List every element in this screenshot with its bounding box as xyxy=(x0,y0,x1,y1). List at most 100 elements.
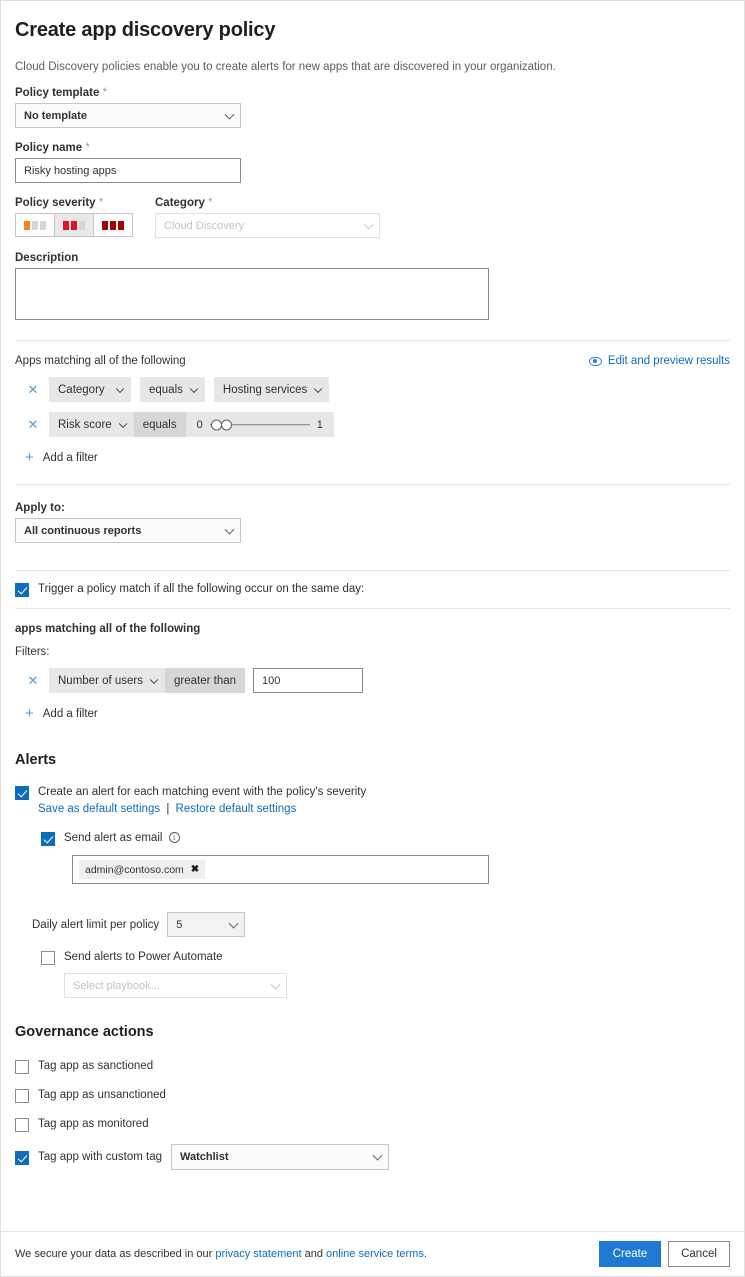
severity-option-medium[interactable] xyxy=(54,213,94,237)
add-filter-button[interactable]: + Add a filter xyxy=(25,708,730,720)
recipient-chip[interactable]: admin@contoso.com ✖ xyxy=(79,860,205,879)
edit-and-preview-results-link[interactable]: Edit and preview results xyxy=(589,355,730,367)
governance-action-row: Tag app as unsanctioned xyxy=(15,1088,730,1103)
filter-field-select[interactable]: Number of users xyxy=(49,668,165,693)
filter-field-value: Number of users xyxy=(58,675,143,687)
tag-unsanctioned-label: Tag app as unsanctioned xyxy=(38,1088,166,1103)
playbook-placeholder: Select playbook... xyxy=(73,980,160,992)
power-automate-checkbox[interactable] xyxy=(41,951,55,965)
power-automate-row: Send alerts to Power Automate xyxy=(41,950,730,965)
daily-alert-limit-value: 5 xyxy=(176,919,182,931)
filter-field-select[interactable]: Category xyxy=(49,377,131,402)
filter-value-select[interactable]: Hosting services xyxy=(214,377,329,402)
send-alert-email-checkbox[interactable] xyxy=(41,832,55,846)
range-max-label: 1 xyxy=(317,419,323,431)
tag-monitored-checkbox[interactable] xyxy=(15,1118,29,1132)
remove-filter-icon[interactable]: ✕ xyxy=(26,674,40,688)
tag-sanctioned-checkbox[interactable] xyxy=(15,1060,29,1074)
privacy-notice-middle: and xyxy=(302,1248,326,1260)
section-divider xyxy=(15,484,730,485)
apps-filter-heading: Apps matching all of the following xyxy=(15,355,186,367)
category-label: Category * xyxy=(155,197,395,209)
filter-field-select[interactable]: Risk score xyxy=(49,412,134,437)
add-filter-label: Add a filter xyxy=(43,708,98,720)
tag-monitored-label: Tag app as monitored xyxy=(38,1117,149,1132)
alert-recipients-input[interactable]: admin@contoso.com ✖ xyxy=(72,855,489,884)
trigger-same-day-label: Trigger a policy match if all the follow… xyxy=(38,582,364,597)
slider-handle-high[interactable] xyxy=(221,419,232,430)
chevron-down-icon xyxy=(364,219,374,229)
create-alert-row: Create an alert for each matching event … xyxy=(15,785,730,815)
create-button[interactable]: Create xyxy=(599,1241,661,1267)
tag-unsanctioned-checkbox[interactable] xyxy=(15,1089,29,1103)
daily-alert-limit-label: Daily alert limit per policy xyxy=(32,919,159,931)
category-label-text: Category xyxy=(155,197,205,209)
cancel-button[interactable]: Cancel xyxy=(668,1241,730,1267)
create-policy-panel: Create app discovery policy Cloud Discov… xyxy=(0,0,745,1277)
footer-buttons: Create Cancel xyxy=(599,1241,730,1267)
chevron-down-icon xyxy=(373,1151,383,1161)
category-select: Cloud Discovery xyxy=(155,213,380,238)
filter-value-input[interactable]: 100 xyxy=(253,668,363,693)
policy-template-value: No template xyxy=(24,110,87,122)
remove-recipient-icon[interactable]: ✖ xyxy=(191,864,199,875)
policy-name-input[interactable]: Risky hosting apps xyxy=(15,158,241,183)
severity-bar-filled xyxy=(24,221,30,230)
restore-default-settings-link[interactable]: Restore default settings xyxy=(176,803,297,815)
policy-template-select[interactable]: No template xyxy=(15,103,241,128)
info-icon[interactable]: i xyxy=(169,832,180,843)
same-day-filters-label: Filters: xyxy=(15,646,730,658)
policy-template-required: * xyxy=(103,87,107,99)
description-textarea[interactable] xyxy=(15,268,489,320)
slider-track[interactable] xyxy=(210,419,310,430)
severity-bar-filled xyxy=(71,221,77,230)
filter-row: ✕ Category equals Hosting services xyxy=(15,377,730,402)
edit-and-preview-results-label: Edit and preview results xyxy=(608,355,730,367)
severity-bar-filled xyxy=(118,221,124,230)
section-divider xyxy=(15,608,730,609)
severity-option-low[interactable] xyxy=(15,213,55,237)
severity-bar-filled xyxy=(110,221,116,230)
tag-custom-checkbox[interactable] xyxy=(15,1151,29,1165)
page-subtitle: Cloud Discovery policies enable you to c… xyxy=(15,61,730,73)
panel-footer: We secure your data as described in our … xyxy=(1,1231,744,1276)
policy-severity-group xyxy=(15,213,155,237)
filter-row: ✕ Risk score equals 0 1 xyxy=(15,412,730,437)
category-required: * xyxy=(208,197,212,209)
custom-tag-select[interactable]: Watchlist xyxy=(171,1144,389,1170)
severity-bar-filled xyxy=(102,221,108,230)
severity-bar-empty xyxy=(40,221,46,230)
daily-alert-limit-select[interactable]: 5 xyxy=(167,912,245,937)
alerts-heading: Alerts xyxy=(15,752,730,768)
chevron-down-icon xyxy=(314,384,322,392)
create-alert-checkbox[interactable] xyxy=(15,786,29,800)
add-filter-button[interactable]: + Add a filter xyxy=(25,452,730,464)
send-alert-email-label: Send alert as email i xyxy=(64,831,180,846)
filter-operator-select[interactable]: equals xyxy=(140,377,205,402)
online-service-terms-link[interactable]: online service terms xyxy=(326,1248,424,1260)
governance-action-row: Tag app as monitored xyxy=(15,1117,730,1132)
category-value: Cloud Discovery xyxy=(164,220,244,232)
policy-severity-label: Policy severity * xyxy=(15,197,155,209)
page-title: Create app discovery policy xyxy=(15,19,730,42)
create-alert-label: Create an alert for each matching event … xyxy=(38,785,366,800)
apply-to-select[interactable]: All continuous reports xyxy=(15,518,241,543)
add-filter-label: Add a filter xyxy=(43,452,98,464)
eye-icon xyxy=(589,357,602,366)
save-as-default-settings-link[interactable]: Save as default settings xyxy=(38,803,160,815)
severity-option-high[interactable] xyxy=(93,213,133,237)
severity-bar-empty xyxy=(32,221,38,230)
filter-operator-value: equals xyxy=(143,419,177,431)
trigger-same-day-checkbox[interactable] xyxy=(15,583,29,597)
privacy-statement-link[interactable]: privacy statement xyxy=(215,1248,301,1260)
policy-name-required: * xyxy=(85,142,89,154)
remove-filter-icon[interactable]: ✕ xyxy=(26,383,40,397)
remove-filter-icon[interactable]: ✕ xyxy=(26,418,40,432)
daily-alert-limit-row: Daily alert limit per policy 5 xyxy=(32,912,730,937)
send-alert-email-row: Send alert as email i xyxy=(41,831,730,846)
power-automate-label: Send alerts to Power Automate xyxy=(64,950,223,965)
chevron-down-icon xyxy=(118,419,126,427)
privacy-notice: We secure your data as described in our … xyxy=(15,1248,427,1260)
risk-score-range-slider[interactable]: 0 1 xyxy=(186,412,334,437)
policy-name-value: Risky hosting apps xyxy=(24,165,116,177)
